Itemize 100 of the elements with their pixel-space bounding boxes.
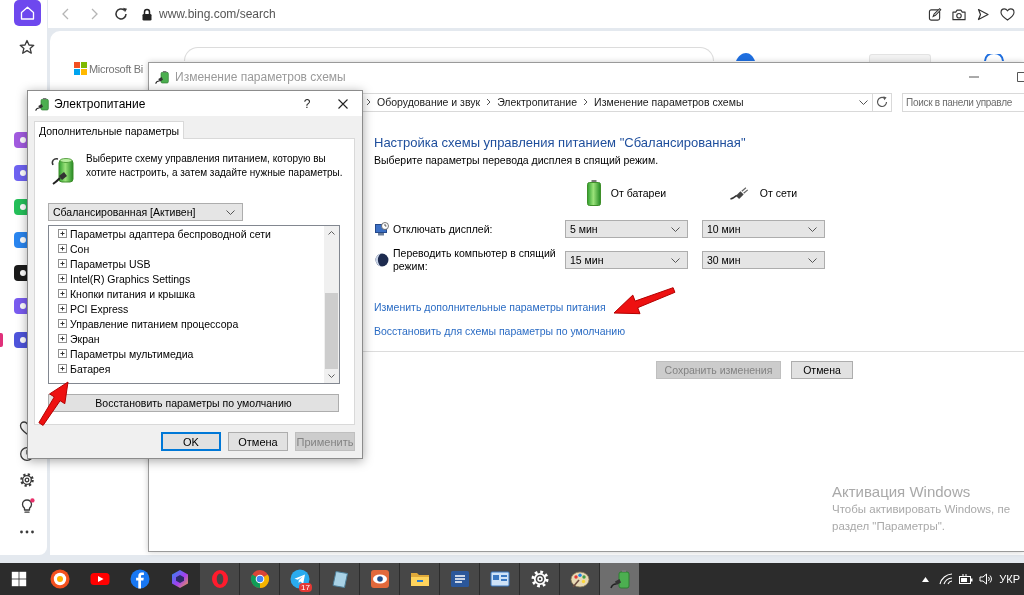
taskbar-button[interactable] bbox=[400, 563, 439, 595]
edit-icon[interactable] bbox=[928, 7, 942, 21]
setting-label: Отключать дисплей: bbox=[393, 222, 494, 236]
dialog-title: Электропитание bbox=[54, 96, 146, 111]
volume-icon[interactable] bbox=[979, 573, 993, 585]
taskbar-button[interactable] bbox=[320, 563, 359, 595]
chevron-down-icon bbox=[808, 257, 817, 263]
expand-icon[interactable] bbox=[58, 304, 67, 313]
home-icon[interactable] bbox=[13, 0, 41, 26]
dropdown[interactable]: 30 мин bbox=[702, 251, 825, 269]
tree-item[interactable]: Батарея bbox=[58, 361, 324, 376]
restore-defaults-button[interactable]: Восстановить параметры по умолчанию bbox=[48, 394, 339, 412]
app-icon[interactable] bbox=[14, 331, 27, 348]
hexagon-logo-icon bbox=[169, 569, 190, 589]
taskbar-button[interactable] bbox=[480, 563, 519, 595]
column-label: От батареи bbox=[610, 187, 667, 199]
address-bar[interactable]: Оборудование и звук Электропитание Изменение параметров схемы bbox=[362, 92, 892, 112]
star-icon[interactable] bbox=[19, 39, 35, 55]
battery-icon bbox=[586, 180, 601, 206]
dropdown[interactable]: 10 мин bbox=[702, 220, 825, 238]
network-icon[interactable] bbox=[939, 573, 954, 585]
chevron-down-icon bbox=[671, 257, 680, 263]
search-field[interactable]: Поиск в панели управле bbox=[902, 92, 1024, 112]
instruction-text: Выберите параметры перевода дисплея в спящий режим. bbox=[374, 153, 660, 167]
tree-item[interactable]: Сон bbox=[58, 241, 324, 256]
maximize-icon[interactable] bbox=[1017, 71, 1024, 82]
expand-icon[interactable] bbox=[58, 244, 67, 253]
tree-item[interactable]: Параметры адаптера беспроводной сети bbox=[58, 226, 324, 241]
link[interactable]: Изменить дополнительные параметры питания bbox=[374, 300, 606, 314]
setting-label: Переводить компьютер в спящий режим: bbox=[393, 247, 557, 273]
chevron-right-icon bbox=[366, 98, 371, 106]
taskbar-button[interactable] bbox=[360, 563, 399, 595]
dropdown[interactable]: 15 мин bbox=[565, 251, 688, 269]
chevron-down-icon bbox=[808, 226, 817, 232]
monitor-clock-icon bbox=[375, 222, 389, 236]
taskbar-button[interactable]: 17 bbox=[280, 563, 319, 595]
power-options-icon bbox=[35, 95, 51, 112]
tree-item[interactable]: PCI Express bbox=[58, 301, 324, 316]
expand-icon[interactable] bbox=[58, 289, 67, 298]
logo-icon bbox=[734, 52, 756, 61]
refresh-icon[interactable] bbox=[876, 96, 888, 108]
link[interactable]: Восстановить для схемы параметры по умолчанию bbox=[374, 324, 626, 338]
scroll-up-icon[interactable] bbox=[328, 231, 335, 235]
taskbar-button[interactable] bbox=[440, 563, 479, 595]
lock-icon[interactable] bbox=[142, 7, 152, 21]
tree-item[interactable]: Intel(R) Graphics Settings bbox=[58, 271, 324, 286]
scheme-dropdown[interactable]: Сбалансированная [Активен] bbox=[48, 203, 243, 221]
dropdown[interactable]: 5 мин bbox=[565, 220, 688, 238]
expand-icon[interactable] bbox=[58, 364, 67, 373]
expand-icon[interactable] bbox=[58, 349, 67, 358]
taskbar-button[interactable] bbox=[520, 563, 559, 595]
facebook-icon bbox=[129, 569, 150, 589]
notepad-icon bbox=[329, 569, 350, 589]
expand-icon[interactable] bbox=[58, 259, 67, 268]
send-icon[interactable] bbox=[976, 7, 990, 21]
tree-item[interactable]: Управление питанием процессора bbox=[58, 316, 324, 331]
camera-icon[interactable] bbox=[952, 7, 966, 21]
breadcrumb-item[interactable]: Оборудование и звук bbox=[377, 96, 481, 108]
scrollbar[interactable] bbox=[324, 226, 339, 383]
expand-icon[interactable] bbox=[58, 319, 67, 328]
app-icon[interactable] bbox=[14, 298, 27, 315]
expand-icon[interactable] bbox=[58, 229, 67, 238]
url-text[interactable]: www.bing.com/search bbox=[159, 7, 276, 21]
tree-item[interactable]: Кнопки питания и крышка bbox=[58, 286, 324, 301]
tree-item[interactable]: Параметры мультимедиа bbox=[58, 346, 324, 361]
breadcrumb-item[interactable]: Электропитание bbox=[497, 96, 578, 108]
ok-button[interactable]: OK bbox=[161, 432, 221, 451]
scrollbar-thumb[interactable] bbox=[325, 293, 338, 369]
language-indicator[interactable]: УКР bbox=[999, 573, 1020, 585]
heart-icon[interactable] bbox=[1000, 7, 1015, 21]
taskbar-button[interactable] bbox=[560, 563, 599, 595]
windows-logo-icon bbox=[11, 571, 27, 587]
expand-icon[interactable] bbox=[58, 334, 67, 343]
lightbulb-icon[interactable] bbox=[19, 498, 35, 514]
breadcrumb-item[interactable]: Изменение параметров схемы bbox=[594, 96, 744, 108]
settings-icon[interactable] bbox=[19, 472, 35, 488]
ring-icon bbox=[984, 54, 1004, 61]
telegram-icon bbox=[289, 569, 310, 589]
help-button[interactable]: ? bbox=[303, 96, 311, 111]
notification-badge: 17 bbox=[299, 583, 312, 592]
palette-icon bbox=[569, 569, 590, 589]
caret-up-icon[interactable] bbox=[922, 576, 930, 582]
tree-item[interactable]: Параметры USB bbox=[58, 256, 324, 271]
chevron-right-icon bbox=[486, 98, 492, 106]
tree-item[interactable]: Экран bbox=[58, 331, 324, 346]
four-squares-logo-icon bbox=[74, 62, 87, 75]
opera-icon bbox=[209, 569, 230, 589]
chevron-down-icon bbox=[226, 209, 235, 215]
app-icon[interactable] bbox=[14, 265, 27, 282]
battery-plug-icon bbox=[609, 569, 630, 589]
cancel-button[interactable]: Отмена bbox=[791, 361, 853, 379]
battery-icon[interactable] bbox=[959, 574, 974, 584]
tab[interactable]: Дополнительные параметры bbox=[34, 121, 185, 139]
chevron-down-icon[interactable] bbox=[859, 99, 868, 105]
scroll-down-icon[interactable] bbox=[328, 374, 335, 378]
cancel-button[interactable]: Отмена bbox=[228, 432, 288, 451]
reload-icon[interactable] bbox=[114, 7, 128, 21]
chrome-icon bbox=[249, 569, 270, 589]
expand-icon[interactable] bbox=[58, 274, 67, 283]
close-icon[interactable] bbox=[338, 98, 348, 109]
